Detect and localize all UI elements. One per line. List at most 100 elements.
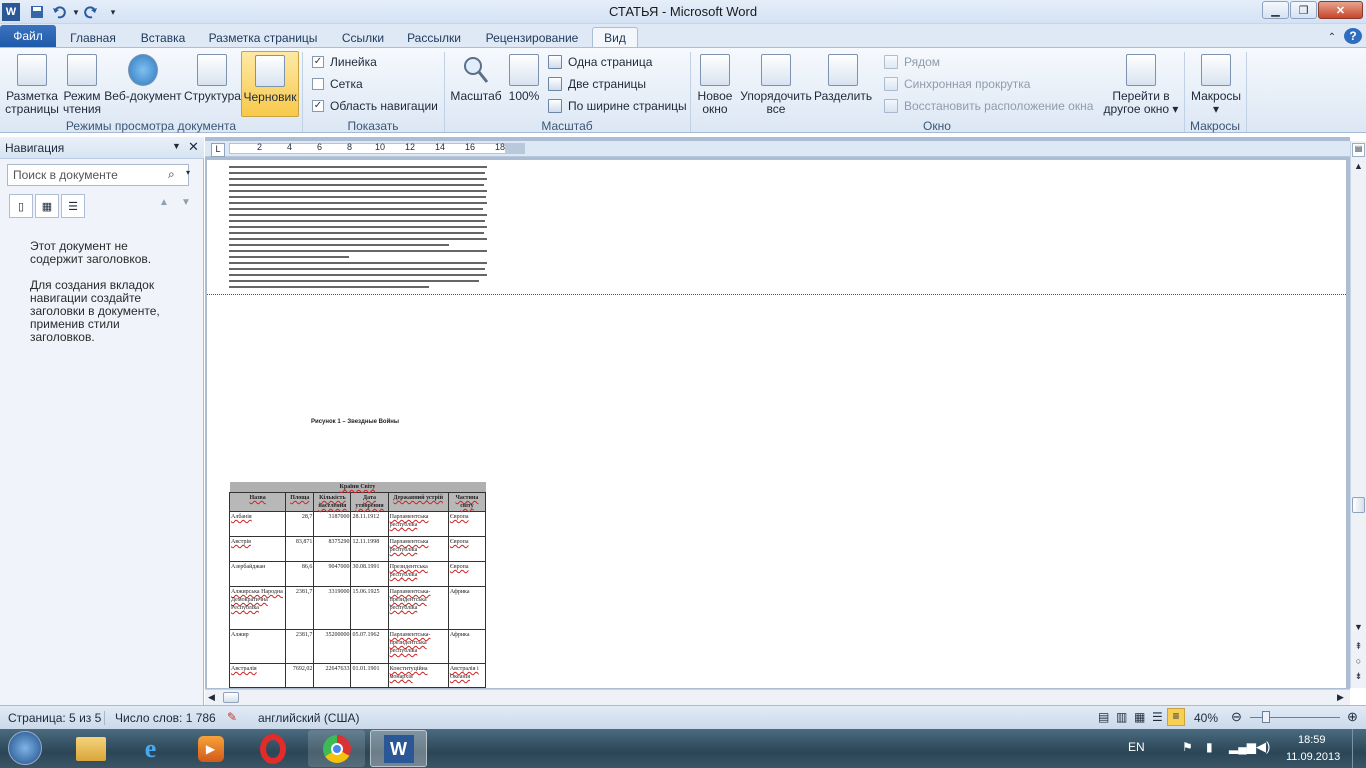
close-button[interactable]: ✕ xyxy=(1318,1,1363,19)
internet-explorer-taskbar-icon[interactable]: e xyxy=(122,730,179,767)
checkbox-icon xyxy=(312,78,324,90)
search-document-input[interactable]: Поиск в документе xyxy=(7,164,189,186)
scroll-right-icon[interactable]: ▶ xyxy=(1337,692,1344,703)
minimize-ribbon-icon[interactable]: ⌃ xyxy=(1324,27,1340,48)
synchronous-scrolling-button[interactable]: Синхронная прокрутка xyxy=(884,75,1030,93)
tab-view[interactable]: Вид xyxy=(592,27,638,48)
proofing-icon[interactable]: ✎ xyxy=(227,710,237,724)
zoom-out-icon[interactable]: ⊖ xyxy=(1231,709,1242,725)
action-center-icon[interactable]: ⚑ xyxy=(1182,740,1193,754)
arrange-all-icon xyxy=(761,54,791,86)
zoom-slider-thumb[interactable] xyxy=(1262,711,1270,723)
split-icon xyxy=(828,54,858,86)
tab-review[interactable]: Рецензирование xyxy=(476,27,588,48)
zoom-100-button[interactable]: 100% xyxy=(506,51,542,117)
previous-result-icon[interactable]: ▲ xyxy=(159,197,169,208)
h-scroll-thumb[interactable] xyxy=(223,692,239,703)
draft-button[interactable]: Черновик xyxy=(241,51,299,117)
ruler-checkbox[interactable]: ✓ Линейка xyxy=(312,53,377,71)
navigation-pane-checkbox[interactable]: ✓ Область навигации xyxy=(312,97,438,115)
word-taskbar-icon[interactable]: W xyxy=(370,730,427,767)
view-side-by-side-button[interactable]: Рядом xyxy=(884,53,940,71)
print-layout-view-icon[interactable]: ▤ xyxy=(1098,710,1109,724)
power-icon[interactable]: ▮ xyxy=(1206,740,1213,754)
outline-view-icon[interactable]: ☰ xyxy=(1152,710,1163,724)
help-icon[interactable]: ? xyxy=(1344,28,1362,44)
draft-view-icon[interactable]: ≡ xyxy=(1167,708,1185,726)
tab-home[interactable]: Главная xyxy=(60,27,126,48)
zoom-in-icon[interactable]: ⊕ xyxy=(1347,709,1358,725)
reset-window-position-button[interactable]: Восстановить расположение окна xyxy=(884,97,1093,115)
window-title: СТАТЬЯ - Microsoft Word xyxy=(608,4,758,19)
navigation-pane-header: Навигация ▼ ✕ xyxy=(0,137,204,159)
web-layout-button[interactable]: Веб-документ xyxy=(104,51,182,117)
next-result-icon[interactable]: ▼ xyxy=(181,197,191,208)
switch-windows-button[interactable]: Перейти в другое окно ▾ xyxy=(1100,51,1182,117)
group-separator xyxy=(1246,52,1247,132)
explorer-taskbar-icon[interactable] xyxy=(62,730,119,767)
input-language[interactable]: EN xyxy=(1128,740,1145,754)
chrome-taskbar-icon[interactable] xyxy=(308,730,365,767)
create-headings-hint: Для создания вкладок навигации создайте … xyxy=(30,278,160,344)
print-layout-button[interactable]: Разметка страницы xyxy=(4,51,60,117)
new-window-icon xyxy=(700,54,730,86)
full-screen-reading-button[interactable]: Режим чтения xyxy=(60,51,104,117)
outline-button[interactable]: Структура xyxy=(184,51,241,117)
countries-table[interactable]: Країни Світу Назва Площа Кількість насел… xyxy=(228,482,487,688)
browse-object-icon[interactable]: ○ xyxy=(1352,656,1365,669)
page-100-icon xyxy=(509,54,539,86)
view-ruler-icon[interactable]: ▤ xyxy=(1352,143,1365,157)
close-pane-icon[interactable]: ✕ xyxy=(188,139,199,155)
word-count[interactable]: Число слов: 1 786 xyxy=(104,711,216,725)
volume-icon[interactable]: ◀) xyxy=(1256,739,1270,755)
two-pages-button[interactable]: Две страницы xyxy=(548,75,646,93)
opera-taskbar-icon[interactable] xyxy=(244,730,301,767)
one-page-button[interactable]: Одна страница xyxy=(548,53,652,71)
zoom-button[interactable]: Масштаб xyxy=(448,51,504,117)
macros-button[interactable]: Макросы ▾ xyxy=(1188,51,1244,117)
tab-file[interactable]: Файл xyxy=(0,25,56,47)
title-bar: W ▼ ▾ СТАТЬЯ - Microsoft Word ▁ ❐ ✕ xyxy=(0,0,1366,24)
minimize-button[interactable]: ▁ xyxy=(1262,1,1289,19)
group-label-views: Режимы просмотра документа xyxy=(65,119,237,133)
split-button[interactable]: Разделить xyxy=(814,51,872,117)
clock-date[interactable]: 11.09.2013 xyxy=(1286,751,1340,763)
new-window-button[interactable]: Новое окно xyxy=(694,51,736,117)
restore-button[interactable]: ❐ xyxy=(1290,1,1317,19)
reading-mode-icon xyxy=(67,54,97,86)
search-icon[interactable]: ⌕ xyxy=(168,167,175,182)
show-desktop-button[interactable] xyxy=(1352,729,1366,768)
browse-pages-tab[interactable]: ▦ xyxy=(35,194,59,218)
browse-results-tab[interactable]: ☰ xyxy=(61,194,85,218)
page-width-button[interactable]: По ширине страницы xyxy=(548,97,687,115)
web-view-icon[interactable]: ▦ xyxy=(1134,710,1145,724)
tab-selector-icon[interactable]: L xyxy=(211,143,225,157)
horizontal-ruler[interactable]: L 2 4 6 8 10 12 14 16 18 xyxy=(205,141,1350,157)
zoom-level[interactable]: 40% xyxy=(1194,711,1218,725)
arrange-all-button[interactable]: Упорядочить все xyxy=(738,51,814,117)
network-icon[interactable]: ▂▄▆ xyxy=(1229,740,1256,754)
pane-options-icon[interactable]: ▼ xyxy=(172,141,181,151)
page-count[interactable]: Страница: 5 из 5 xyxy=(8,711,101,725)
reading-view-icon[interactable]: ▥ xyxy=(1116,710,1127,724)
tab-references[interactable]: Ссылки xyxy=(330,27,396,48)
browse-headings-tab[interactable]: ▯ xyxy=(9,194,33,218)
tab-page-layout[interactable]: Разметка страницы xyxy=(200,27,326,48)
scroll-up-icon[interactable]: ▲ xyxy=(1352,161,1365,175)
tab-insert[interactable]: Вставка xyxy=(130,27,196,48)
gridlines-checkbox[interactable]: Сетка xyxy=(312,75,363,93)
language-indicator[interactable]: английский (США) xyxy=(258,711,359,725)
tab-mailings[interactable]: Рассылки xyxy=(398,27,470,48)
media-player-taskbar-icon[interactable]: ▶ xyxy=(182,730,239,767)
ruler-tick: 10 xyxy=(375,142,386,152)
scroll-left-icon[interactable]: ◀ xyxy=(208,692,215,703)
scroll-thumb[interactable] xyxy=(1352,497,1365,513)
scroll-down-icon[interactable]: ▼ xyxy=(1352,622,1365,636)
search-options-icon[interactable]: ▾ xyxy=(186,168,190,177)
vertical-scrollbar[interactable]: ▤ ▲ ▼ ⇞ ○ ⇟ xyxy=(1350,141,1366,688)
next-page-icon[interactable]: ⇟ xyxy=(1352,671,1365,684)
previous-page-icon[interactable]: ⇞ xyxy=(1352,641,1365,654)
start-button-icon[interactable] xyxy=(8,731,42,765)
horizontal-scrollbar[interactable]: ◀ ▶ xyxy=(205,689,1350,705)
clock-time[interactable]: 18:59 xyxy=(1298,734,1326,746)
